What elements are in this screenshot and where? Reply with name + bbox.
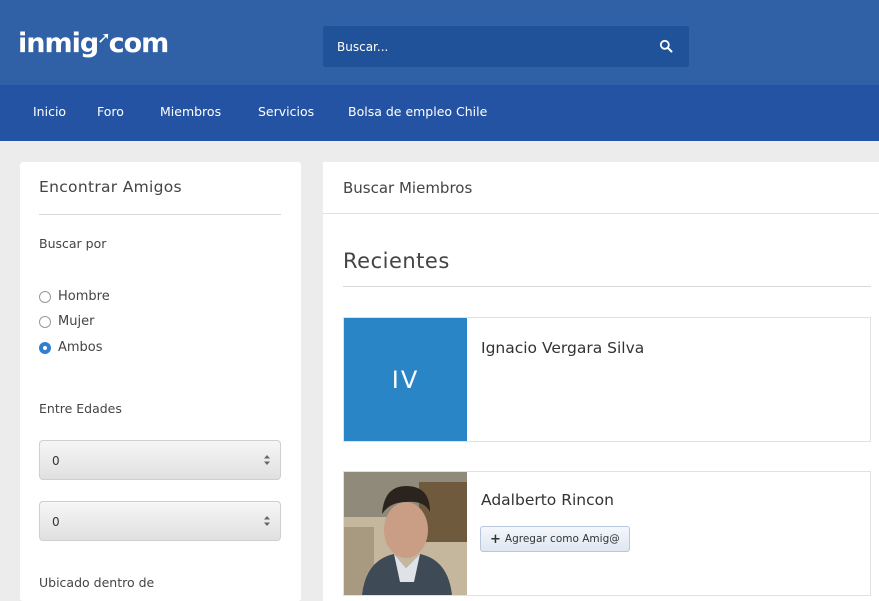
nav-item-servicios[interactable]: Servicios — [258, 104, 314, 119]
divider — [343, 286, 871, 287]
search-box — [323, 26, 689, 67]
nav-item-foro[interactable]: Foro — [97, 104, 124, 119]
nav-item-inicio[interactable]: Inicio — [33, 104, 66, 119]
top-header: inmig➚com — [0, 0, 879, 85]
age-max-select[interactable]: 0 — [39, 501, 281, 541]
avatar-initials[interactable]: IV — [344, 318, 467, 441]
age-min-value: 0 — [52, 454, 60, 468]
member-card: Adalberto Rincon + Agregar como Amig@ — [343, 471, 871, 596]
search-input[interactable] — [323, 26, 643, 67]
radio-label: Hombre — [58, 289, 110, 304]
radio-label: Ambos — [58, 340, 103, 355]
member-name[interactable]: Ignacio Vergara Silva — [481, 339, 644, 357]
age-max-value: 0 — [52, 515, 60, 529]
avatar-photo — [344, 472, 467, 595]
radio-unchecked-icon[interactable] — [39, 315, 51, 328]
radio-unchecked-icon[interactable] — [39, 290, 51, 303]
radio-ambos[interactable]: Ambos — [39, 340, 103, 355]
add-friend-button[interactable]: + Agregar como Amig@ — [480, 526, 630, 552]
located-within-label: Ubicado dentro de — [39, 575, 155, 590]
find-friends-title: Encontrar Amigos — [39, 178, 182, 196]
logo-text-first: inmig — [18, 28, 99, 59]
avatar[interactable] — [344, 472, 467, 595]
site-logo[interactable]: inmig➚com — [18, 28, 170, 59]
main-nav: Inicio Foro Miembros Servicios Bolsa de … — [0, 85, 879, 141]
logo-arrow-icon: ➚ — [97, 28, 110, 47]
radio-label: Mujer — [58, 314, 95, 329]
age-range-label: Entre Edades — [39, 401, 122, 416]
add-friend-label: Agregar como Amig@ — [504, 533, 620, 545]
age-min-select[interactable]: 0 — [39, 440, 281, 480]
select-arrows-icon — [264, 516, 270, 526]
nav-item-miembros[interactable]: Miembros — [160, 104, 221, 119]
divider — [39, 214, 281, 215]
nav-item-bolsa-empleo[interactable]: Bolsa de empleo Chile — [348, 104, 487, 119]
select-arrows-icon — [264, 455, 270, 465]
member-card: IV Ignacio Vergara Silva — [343, 317, 871, 442]
radio-hombre[interactable]: Hombre — [39, 289, 110, 304]
search-icon[interactable] — [659, 39, 673, 53]
radio-mujer[interactable]: Mujer — [39, 314, 94, 329]
search-by-label: Buscar por — [39, 236, 107, 251]
plus-icon: + — [490, 531, 501, 547]
find-friends-panel: Encontrar Amigos Buscar por Hombre Mujer… — [20, 162, 301, 601]
section-title: Recientes — [343, 249, 450, 273]
search-members-panel: Buscar Miembros Recientes IV Ignacio Ver… — [323, 162, 879, 601]
divider — [323, 213, 879, 214]
member-name[interactable]: Adalberto Rincon — [481, 491, 614, 509]
panel-header: Buscar Miembros — [343, 179, 473, 197]
logo-text-second: com — [108, 28, 170, 59]
radio-checked-icon[interactable] — [39, 341, 51, 354]
